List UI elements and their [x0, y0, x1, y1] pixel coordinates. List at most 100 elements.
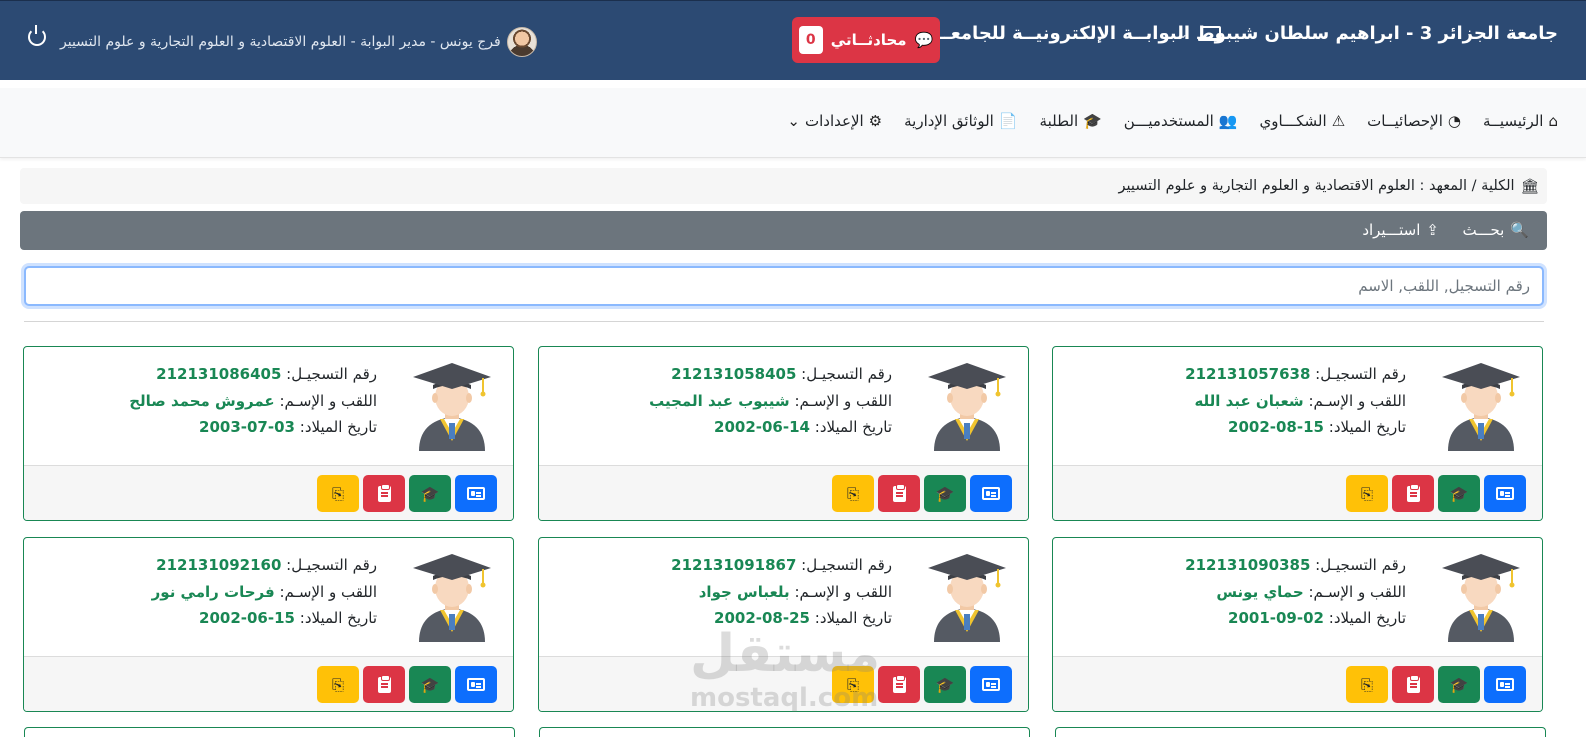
- logout-icon[interactable]: [28, 25, 46, 46]
- id-card-icon: [1496, 678, 1514, 691]
- graduate-icon: 🎓: [935, 675, 955, 694]
- id-card-icon: [982, 487, 1000, 500]
- student-card: رقم التسجيـل: 212131058405 اللقب و الإسـ…: [538, 346, 1029, 521]
- top-header: جامعة الجزائر 3 - ابراهيم سلطان شيبوط ⌄ …: [0, 0, 1586, 80]
- card-footer: 🎓 ⎘: [24, 465, 513, 520]
- student-info: رقم التسجيـل: 212131092160 اللقب و الإسـ…: [152, 552, 377, 632]
- student-info: رقم التسجيـل: 212131057638 اللقب و الإسـ…: [1185, 361, 1406, 441]
- breadcrumb-text: الكلية / المعهد : العلوم الاقتصادية و ال…: [1118, 178, 1515, 194]
- watermark-en: mostaql.com: [690, 683, 879, 713]
- clipboard-button[interactable]: [1392, 475, 1434, 512]
- transfer-icon: ⎘: [1361, 675, 1374, 694]
- nav-statistics-label: الإحصائيــات: [1367, 112, 1443, 130]
- student-info: رقم التسجيـل: 212131086405 اللقب و الإسـ…: [129, 361, 377, 441]
- birth-date: 14-06-2002: [714, 418, 810, 436]
- clipboard-icon: [377, 483, 391, 502]
- id-card-button[interactable]: [455, 475, 497, 512]
- id-card-button[interactable]: [1484, 666, 1526, 703]
- dob-line: تاريخ الميلاد: 15-06-2002: [152, 605, 377, 632]
- graduate-icon: 🎓: [1449, 675, 1469, 694]
- birth-date: 02-09-2001: [1228, 609, 1324, 627]
- reg-number: 212131086405: [156, 365, 282, 383]
- id-card-icon: [467, 487, 485, 500]
- transfer-icon: ⎘: [332, 675, 345, 694]
- import-tab[interactable]: ⇪ استـــيراد: [1362, 221, 1439, 239]
- transfer-button[interactable]: ⎘: [317, 475, 359, 512]
- search-tab[interactable]: 🔍 بحـــث: [1463, 221, 1529, 239]
- transfer-button[interactable]: ⎘: [1346, 666, 1388, 703]
- portal-title[interactable]: البوابــة الإلكترونيــة للجامعــة: [928, 23, 1221, 44]
- student-name: فرحات رامي نور: [151, 582, 275, 601]
- reg-line: رقم التسجيـل: 212131057638: [1185, 361, 1406, 388]
- user-info[interactable]: فرج يونس - مدير البوابة - العلوم الاقتصا…: [60, 27, 537, 57]
- chevron-down-icon: ⌄: [787, 112, 800, 130]
- nav-home-label: الرئيسيــة: [1483, 112, 1544, 130]
- name-label: اللقب و الإسـم:: [279, 391, 377, 410]
- name-label: اللقب و الإسـم:: [794, 391, 892, 410]
- users-icon: 👥: [1218, 112, 1238, 130]
- student-card: رقم التسجيـل: 212131086405 اللقب و الإسـ…: [23, 346, 514, 521]
- id-card-icon: [982, 678, 1000, 691]
- dob-line: تاريخ الميلاد: 02-09-2001: [1185, 605, 1406, 632]
- graduate-icon: 🎓: [420, 675, 440, 694]
- birth-date: 15-08-2002: [1228, 418, 1324, 436]
- dob-label: تاريخ الميلاد:: [299, 418, 377, 436]
- reg-number: 212131057638: [1185, 365, 1311, 383]
- id-card-button[interactable]: [970, 666, 1012, 703]
- nav-students[interactable]: 🎓 الطلبة: [1040, 112, 1102, 130]
- reg-label: رقم التسجيـل:: [1315, 556, 1406, 574]
- student-info: رقم التسجيـل: 212131090385 اللقب و الإسـ…: [1185, 552, 1406, 632]
- nav-users[interactable]: 👥 المستخدميـــن: [1124, 112, 1238, 130]
- clipboard-button[interactable]: [878, 666, 920, 703]
- main-navbar: ⌂ الرئيسيــة ◔ الإحصائيــات ⚠ الشكـــاوي 👥 ا…: [0, 88, 1586, 158]
- reg-line: رقم التسجيـل: 212131091867: [671, 552, 892, 579]
- search-input[interactable]: [24, 266, 1544, 306]
- clipboard-icon: [1406, 674, 1420, 693]
- name-label: اللقب و الإسـم:: [279, 582, 377, 601]
- student-name: بلعباس جواد: [698, 582, 790, 601]
- card-body: رقم التسجيـل: 212131058405 اللقب و الإسـ…: [539, 347, 1028, 467]
- card-footer: 🎓 ⎘: [24, 656, 513, 711]
- my-chats-button[interactable]: 💬 محادثــاتي 0: [792, 17, 940, 63]
- nav-settings[interactable]: ⚙ الإعدادات ⌄: [787, 112, 882, 130]
- student-card: رقم التسجيـل: 212131090385 اللقب و الإسـ…: [1052, 537, 1543, 712]
- student-profile-button[interactable]: 🎓: [1438, 666, 1480, 703]
- graduate-avatar-icon: [1440, 361, 1522, 451]
- transfer-button[interactable]: ⎘: [832, 475, 874, 512]
- student-profile-button[interactable]: 🎓: [924, 666, 966, 703]
- student-profile-button[interactable]: 🎓: [924, 475, 966, 512]
- student-info: رقم التسجيـل: 212131058405 اللقب و الإسـ…: [649, 361, 892, 441]
- transfer-button[interactable]: ⎘: [317, 666, 359, 703]
- clipboard-button[interactable]: [363, 475, 405, 512]
- student-card-partial: [539, 727, 1030, 737]
- student-card-partial: [1055, 727, 1546, 737]
- graduate-avatar-icon: [926, 552, 1008, 642]
- id-card-icon: [467, 678, 485, 691]
- gear-icon: ⚙: [868, 112, 883, 130]
- transfer-icon: ⎘: [847, 484, 860, 503]
- nav-home[interactable]: ⌂ الرئيسيــة: [1483, 112, 1558, 130]
- clipboard-button[interactable]: [1392, 666, 1434, 703]
- nav-statistics[interactable]: ◔ الإحصائيــات: [1367, 112, 1461, 130]
- student-profile-button[interactable]: 🎓: [409, 666, 451, 703]
- transfer-button[interactable]: ⎘: [1346, 475, 1388, 512]
- chat-count-badge: 0: [798, 26, 823, 54]
- university-menu[interactable]: جامعة الجزائر 3 - ابراهيم سلطان شيبوط ⌄: [1178, 23, 1558, 44]
- clipboard-button[interactable]: [878, 475, 920, 512]
- id-card-button[interactable]: [1484, 475, 1526, 512]
- clipboard-button[interactable]: [363, 666, 405, 703]
- id-card-button[interactable]: [970, 475, 1012, 512]
- reg-label: رقم التسجيـل:: [286, 556, 377, 574]
- reg-number: 212131091867: [671, 556, 797, 574]
- graduate-avatar-icon: [926, 361, 1008, 451]
- student-profile-button[interactable]: 🎓: [1438, 475, 1480, 512]
- card-body: رقم التسجيـل: 212131086405 اللقب و الإسـ…: [24, 347, 513, 467]
- student-name: شعبان عبد الله: [1194, 391, 1304, 410]
- student-profile-button[interactable]: 🎓: [409, 475, 451, 512]
- nav-complaints[interactable]: ⚠ الشكـــاوي: [1260, 112, 1346, 130]
- user-name-role: فرج يونس - مدير البوابة - العلوم الاقتصا…: [60, 34, 501, 50]
- graduate-icon: 🎓: [420, 484, 440, 503]
- reg-line: رقم التسجيـل: 212131058405: [649, 361, 892, 388]
- id-card-button[interactable]: [455, 666, 497, 703]
- nav-documents[interactable]: 📄 الوثائق الإدارية: [904, 112, 1017, 130]
